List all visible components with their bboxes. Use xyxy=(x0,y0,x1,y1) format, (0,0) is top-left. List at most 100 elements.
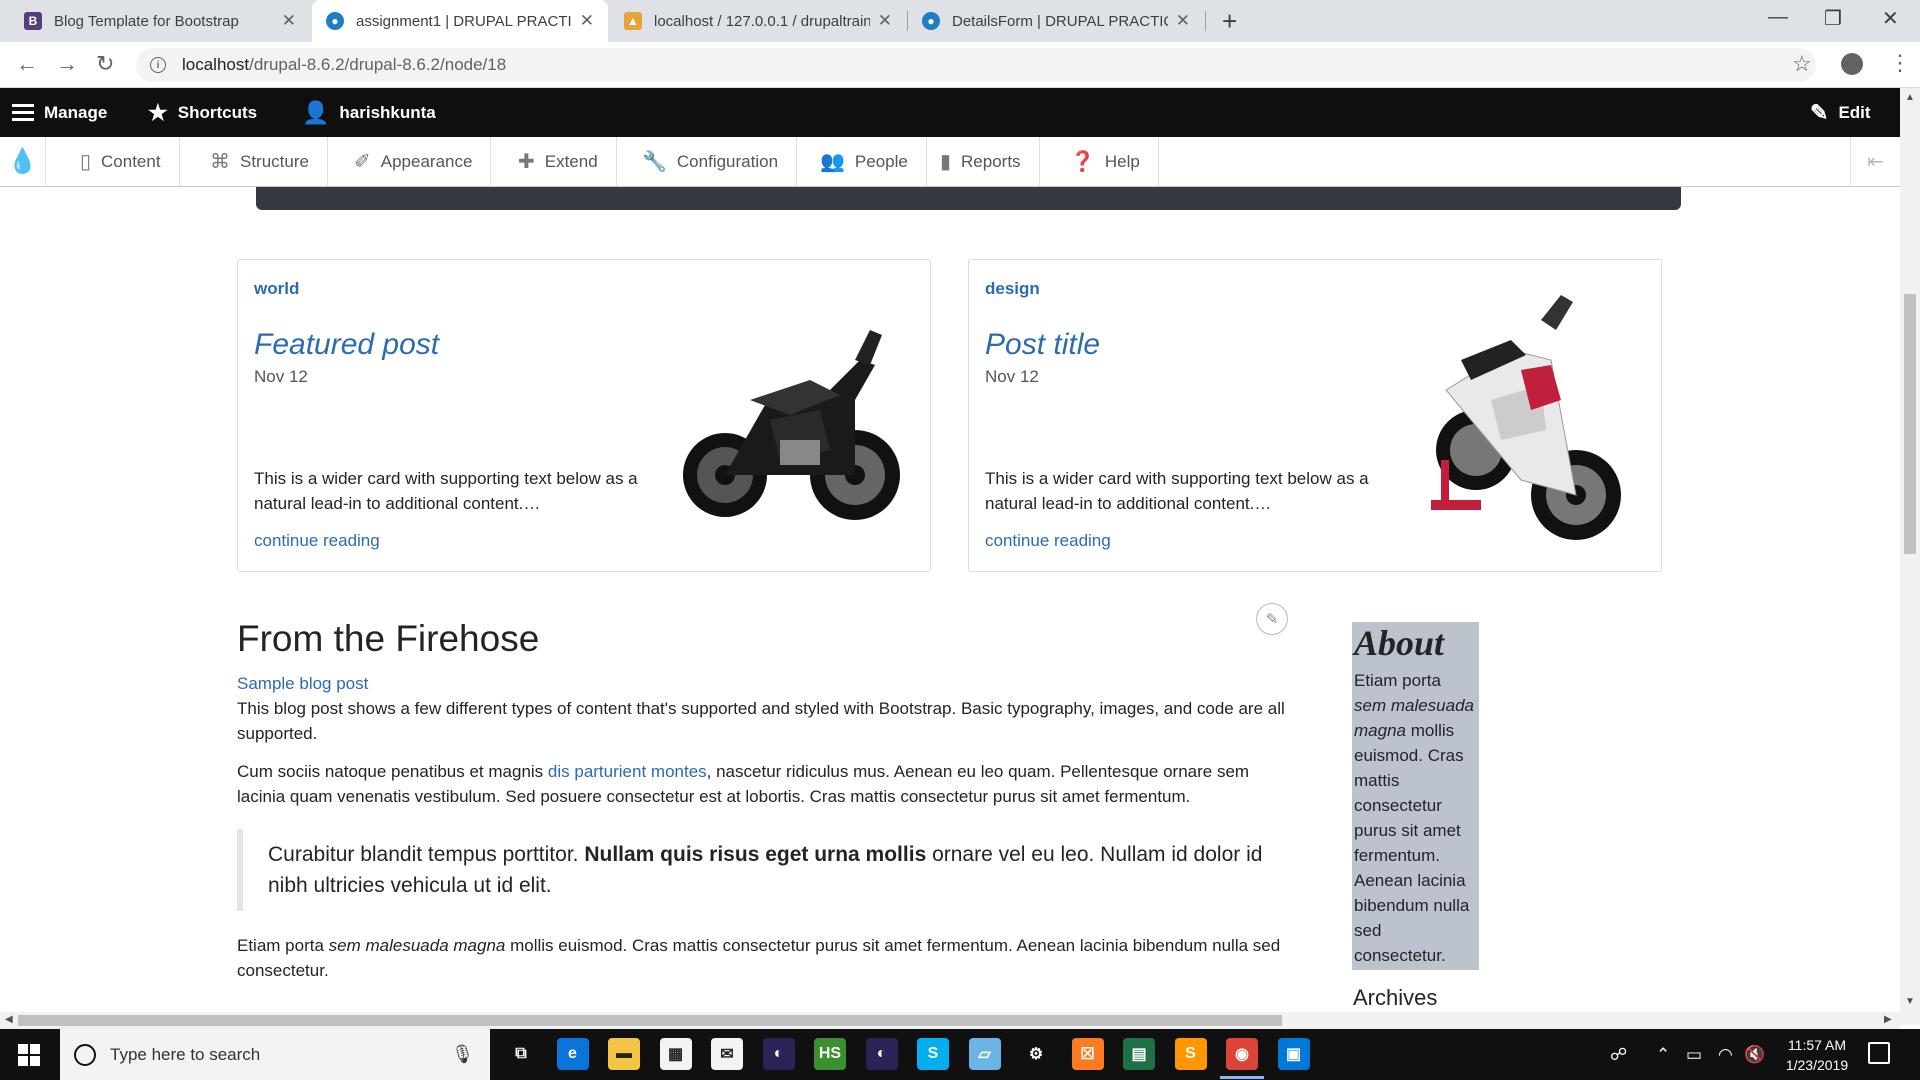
task-view-icon[interactable]: ⧉ xyxy=(505,1038,537,1070)
collapse-tray-icon[interactable]: ⇤ xyxy=(1850,137,1900,186)
user-label: harishkunta xyxy=(339,102,436,122)
tab-detailsform[interactable]: ● DetailsForm | DRUPAL PRACTICE ✕ xyxy=(908,0,1204,42)
settings-icon[interactable]: ⚙ xyxy=(1020,1038,1052,1070)
post-title-link[interactable]: Sample blog post xyxy=(237,671,1297,696)
scroll-up-icon[interactable]: ▲ xyxy=(1905,92,1915,103)
manage-button[interactable]: Manage xyxy=(12,88,107,137)
tray-item-label: Structure xyxy=(240,151,309,171)
edit-button[interactable]: ✎ Edit xyxy=(1810,88,1871,137)
card-category[interactable]: world xyxy=(254,279,299,299)
scroll-left-icon[interactable]: ◀ xyxy=(5,1014,13,1025)
scroll-right-icon[interactable]: ▶ xyxy=(1884,1014,1892,1025)
tray-item-structure[interactable]: ⌘ Structure xyxy=(198,137,328,186)
mail-icon[interactable]: ✉ xyxy=(711,1038,743,1070)
reload-icon[interactable]: ↻ xyxy=(96,51,114,77)
tab-title: Blog Template for Bootstrap xyxy=(54,12,239,30)
cortana-icon xyxy=(74,1043,96,1066)
new-tab-button[interactable]: + xyxy=(1222,6,1237,37)
windows-start-icon[interactable] xyxy=(18,1044,40,1066)
tab-assignment1[interactable]: ● assignment1 | DRUPAL PRACTICE ✕ xyxy=(312,0,608,42)
system-clock[interactable]: 11:57 AM 1/23/2019 xyxy=(1762,1035,1872,1075)
scroll-thumb[interactable] xyxy=(1904,294,1916,554)
show-hidden-icons[interactable]: ⌃ xyxy=(1656,1029,1670,1080)
quote-bold: Nullam quis risus eget urna mollis xyxy=(584,843,927,866)
eclipse-icon[interactable]: ◐ xyxy=(762,1038,795,1070)
bookmark-star-icon[interactable]: ☆ xyxy=(1792,51,1812,77)
continue-reading-link[interactable]: continue reading xyxy=(254,531,380,551)
spreadsheet-icon[interactable]: ▤ xyxy=(1123,1038,1155,1070)
horizontal-scrollbar[interactable]: ◀ ▶ xyxy=(0,1012,1900,1029)
section-heading: From the Firehose xyxy=(237,618,540,659)
paragraph-text: Etiam porta xyxy=(237,936,329,955)
card-date: Nov 12 xyxy=(254,367,308,386)
card-date: Nov 12 xyxy=(985,367,1039,386)
photos-icon[interactable]: ▣ xyxy=(1277,1038,1310,1070)
restore-icon[interactable]: ❐ xyxy=(1824,6,1842,31)
shortcuts-button[interactable]: ★ Shortcuts xyxy=(148,88,257,137)
file-explorer-icon[interactable]: ▬ xyxy=(608,1038,640,1070)
continue-reading-link[interactable]: continue reading xyxy=(985,531,1111,551)
taskbar-search[interactable]: Type here to search 🎙 xyxy=(60,1029,490,1080)
edit-label: Edit xyxy=(1838,102,1871,122)
battery-icon[interactable]: ▭ xyxy=(1686,1029,1702,1080)
edge-icon[interactable]: e xyxy=(556,1038,589,1070)
skype-icon[interactable]: S xyxy=(917,1038,949,1070)
tab-phpmyadmin[interactable]: ▲ localhost / 127.0.0.1 / drupaltrain ✕ xyxy=(610,0,906,42)
account-icon[interactable] xyxy=(1841,53,1863,75)
info-icon[interactable]: i xyxy=(150,57,166,73)
hamburger-icon xyxy=(12,103,34,122)
tray-item-label: People xyxy=(854,151,908,171)
address-bar[interactable]: i localhost/drupal-8.6.2/drupal-8.6.2/no… xyxy=(136,48,1816,82)
action-center-icon[interactable] xyxy=(1868,1042,1890,1064)
close-window-icon[interactable]: ✕ xyxy=(1882,6,1899,31)
store-icon[interactable]: ▦ xyxy=(659,1038,692,1070)
inline-link[interactable]: dis parturient montes xyxy=(548,762,707,781)
microphone-icon[interactable]: 🎙 xyxy=(451,1044,474,1065)
document-icon: ▯ xyxy=(80,151,92,173)
vertical-scrollbar[interactable]: ▲ ▼ xyxy=(1900,88,1920,1025)
close-icon[interactable]: ✕ xyxy=(282,11,296,31)
tray-item-label: Help xyxy=(1104,151,1140,171)
chrome-icon[interactable]: ◉ xyxy=(1220,1038,1264,1079)
forward-icon[interactable]: → xyxy=(56,51,78,77)
drupal-logo-icon[interactable]: 💧 xyxy=(0,137,46,186)
close-icon[interactable]: ✕ xyxy=(580,11,594,31)
tray-item-label: Configuration xyxy=(676,151,779,171)
card-title[interactable]: Featured post xyxy=(254,328,439,362)
card-title[interactable]: Post title xyxy=(985,328,1100,362)
drupal-icon: ● xyxy=(922,12,940,30)
scroll-down-icon[interactable]: ▼ xyxy=(1905,996,1915,1007)
eclipse2-icon[interactable]: ◐ xyxy=(865,1038,898,1070)
post-intro: This blog post shows a few different typ… xyxy=(237,699,1285,743)
about-box: About Etiam porta sem malesuada magna mo… xyxy=(1352,622,1479,970)
back-icon[interactable]: ← xyxy=(16,51,38,77)
about-text-part: mollis euismod. Cras mattis consectetur … xyxy=(1354,721,1470,965)
sublime-icon[interactable]: S xyxy=(1174,1038,1207,1070)
xampp-icon[interactable]: ☒ xyxy=(1071,1038,1104,1070)
tray-item-content[interactable]: ▯ Content xyxy=(68,137,180,186)
minimize-icon[interactable]: — xyxy=(1768,6,1788,29)
bootstrap-icon: B xyxy=(24,12,42,30)
user-button[interactable]: 👤 harishkunta xyxy=(302,88,436,137)
star-icon: ★ xyxy=(148,99,168,125)
card-category[interactable]: design xyxy=(985,279,1040,299)
menu-kebab-icon[interactable]: ⋮ xyxy=(1889,50,1911,76)
notes-icon[interactable]: ▱ xyxy=(968,1038,1001,1070)
tab-blog-template[interactable]: B Blog Template for Bootstrap ✕ xyxy=(10,0,310,42)
scroll-thumb[interactable] xyxy=(18,1015,1282,1026)
tray-item-help[interactable]: ❓ Help xyxy=(1058,137,1159,186)
tray-item-reports[interactable]: ▮ Reports xyxy=(928,137,1040,186)
tray-item-people[interactable]: 👥 People xyxy=(808,137,927,186)
people-tray-icon[interactable]: ☍ xyxy=(1610,1029,1627,1080)
close-icon[interactable]: ✕ xyxy=(878,11,892,31)
tray-item-extend[interactable]: ✚ Extend xyxy=(506,137,617,186)
wifi-icon[interactable]: ◠ xyxy=(1718,1029,1733,1080)
archives-heading: Archives xyxy=(1353,985,1438,1010)
hs-icon[interactable]: HS xyxy=(814,1038,846,1070)
tab-title: assignment1 | DRUPAL PRACTICE xyxy=(356,12,572,30)
close-icon[interactable]: ✕ xyxy=(1176,11,1190,31)
blockquote: Curabitur blandit tempus porttitor. Null… xyxy=(237,829,1297,911)
tray-item-configuration[interactable]: 🔧 Configuration xyxy=(630,137,798,186)
main-column: From the Firehose Sample blog post This … xyxy=(237,617,1297,996)
tray-item-appearance[interactable]: ✐ Appearance xyxy=(342,137,492,186)
